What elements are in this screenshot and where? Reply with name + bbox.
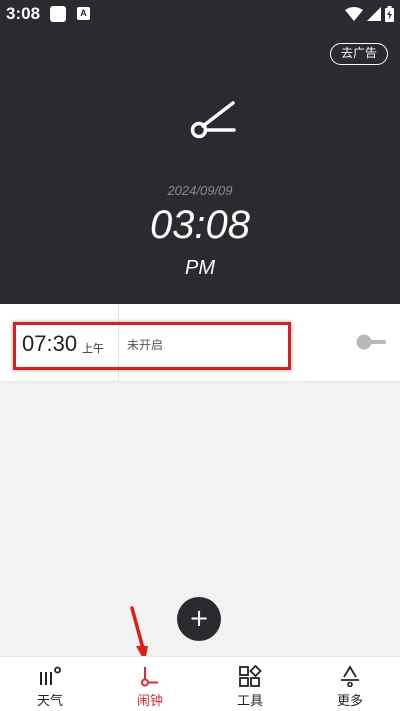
notification-app-icon <box>50 6 66 22</box>
current-ampm: PM <box>185 257 215 279</box>
remove-ads-button[interactable]: 去广告 <box>329 43 388 65</box>
nav-item-alarm[interactable]: 闹钟 <box>100 657 200 711</box>
nav-label-alarm: 闹钟 <box>136 694 163 709</box>
more-icon <box>341 665 359 687</box>
alarm-icon <box>141 667 158 687</box>
nav-item-more[interactable]: 更多 <box>300 657 400 711</box>
nav-item-tools[interactable]: 工具 <box>200 657 300 711</box>
bottom-nav: 天气 闹钟 工具 更多 <box>0 656 400 711</box>
alarm-list-item[interactable]: 07:30 上午 未开启 <box>0 304 400 382</box>
add-alarm-button[interactable]: + <box>177 597 221 641</box>
header: 3:08 A 去广告 2024/09/09 03:08 PM <box>0 0 400 304</box>
annotation-highlight-box <box>13 322 291 370</box>
status-bar: 3:08 A <box>0 0 400 28</box>
signal-icon <box>367 7 381 21</box>
nav-label-weather: 天气 <box>36 694 63 709</box>
weather-icon <box>40 666 61 685</box>
status-icons <box>345 6 394 22</box>
battery-icon <box>385 6 394 22</box>
nav-label-more: 更多 <box>336 694 363 709</box>
current-date: 2024/09/09 <box>167 183 233 198</box>
current-time: 03:08 <box>149 203 251 247</box>
status-time: 3:08 <box>6 4 41 23</box>
tools-icon <box>239 665 262 687</box>
nav-item-weather[interactable]: 天气 <box>0 657 100 711</box>
alarm-hand-icon <box>190 101 236 139</box>
wifi-icon <box>345 7 363 21</box>
nav-label-tools: 工具 <box>236 694 263 709</box>
notification-a-icon: A <box>77 7 90 20</box>
alarm-toggle-switch[interactable] <box>354 332 386 352</box>
